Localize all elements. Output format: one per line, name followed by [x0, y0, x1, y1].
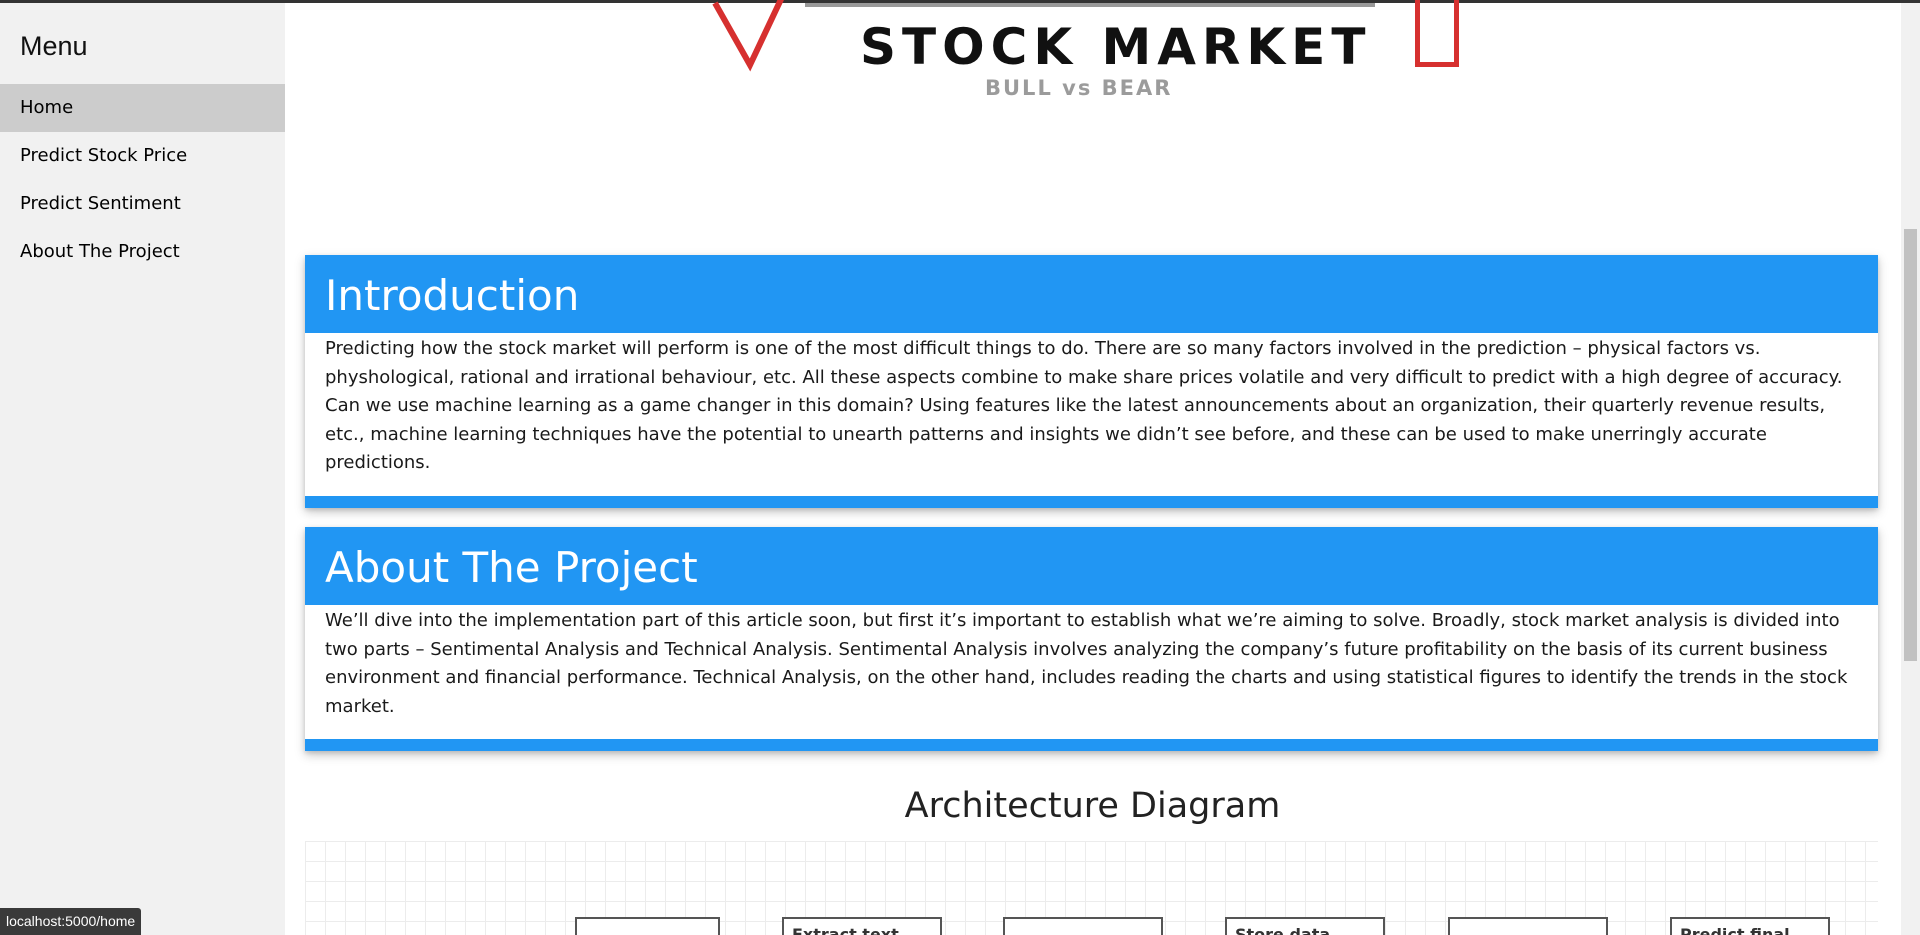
about-project-heading: About The Project	[305, 527, 1878, 605]
diagram-node: Predict final	[1670, 917, 1830, 935]
sidebar-item-predict-sentiment[interactable]: Predict Sentiment	[0, 180, 285, 228]
architecture-diagram: Extract text Store data Predict final	[305, 841, 1878, 935]
diagram-node: Store data	[1225, 917, 1385, 935]
bull-bar-icon	[1415, 0, 1459, 67]
diagram-node	[1448, 917, 1608, 935]
logo-title: STOCK MARKET	[860, 18, 1372, 76]
scrollbar-thumb[interactable]	[1904, 229, 1917, 661]
sidebar-title: Menu	[20, 31, 88, 61]
card-footer-bar	[305, 495, 1878, 508]
main-content: STOCK MARKET BULL vs BEAR Introduction P…	[285, 0, 1900, 935]
logo-subtitle: BULL vs BEAR	[985, 76, 1173, 100]
introduction-card: Introduction Predicting how the stock ma…	[305, 255, 1878, 508]
sidebar: Menu Home Predict Stock Price Predict Se…	[0, 3, 285, 935]
diagram-node	[1003, 917, 1163, 935]
introduction-heading: Introduction	[305, 255, 1878, 333]
status-bar-url: localhost:5000/home	[0, 908, 142, 935]
sidebar-item-predict-stock-price[interactable]: Predict Stock Price	[0, 132, 285, 180]
about-project-card: About The Project We’ll dive into the im…	[305, 527, 1878, 751]
diagram-node: Extract text	[782, 917, 942, 935]
sidebar-item-home[interactable]: Home	[0, 84, 285, 132]
about-project-text: We’ll dive into the implementation part …	[325, 610, 1848, 717]
logo-divider	[805, 3, 1375, 7]
introduction-text: Predicting how the stock market will per…	[325, 338, 1843, 473]
card-footer-bar	[305, 739, 1878, 751]
diagram-node	[575, 917, 720, 935]
architecture-diagram-title: Architecture Diagram	[904, 786, 1281, 826]
sidebar-item-about-the-project[interactable]: About The Project	[0, 228, 285, 276]
page-scrollbar[interactable]	[1901, 3, 1920, 935]
bear-arrow-icon	[712, 0, 784, 72]
